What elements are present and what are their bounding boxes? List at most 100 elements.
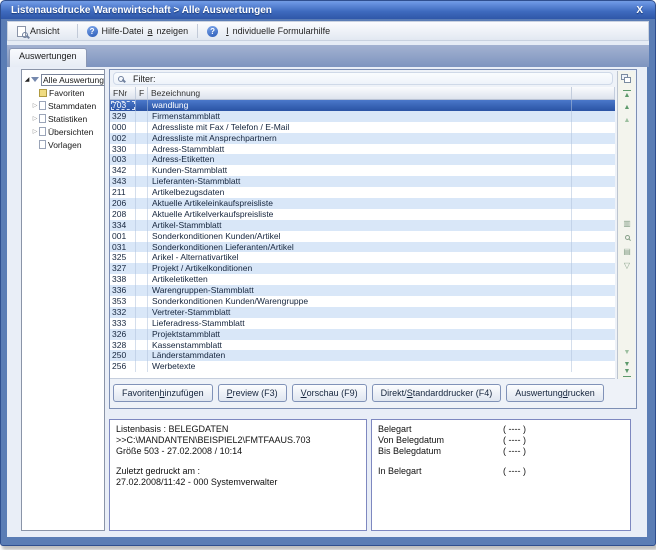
tree-item-vorlagen[interactable]: Vorlagen — [23, 138, 103, 151]
toolbar-button-ansicht[interactable]: Ansicht — [11, 24, 74, 39]
beleg-parameter-panel: Belegart( ---- )Von Belegdatum( ---- )Bi… — [371, 419, 631, 531]
help-icon: ? — [87, 26, 98, 37]
app-window: Listenausdrucke Warenwirtschaft > Alle A… — [0, 0, 656, 546]
row-f — [136, 209, 148, 220]
filter-icon[interactable]: ▽ — [618, 261, 636, 270]
table-row[interactable]: 003 Adress-Etiketten — [110, 154, 615, 165]
table-row[interactable]: 031Sonderkonditionen Lieferanten/Artikel — [110, 242, 615, 253]
tab-band: Auswertungen — [7, 45, 649, 67]
table-row[interactable]: 206Aktuelle Artikeleinkaufspreisliste — [110, 198, 615, 209]
button-preview-f3-[interactable]: Preview (F3) — [218, 384, 287, 402]
scroll-up-icon[interactable]: ▲ — [618, 104, 636, 111]
button-label-post: review (F3) — [233, 388, 278, 398]
row-bezeichnung: Sonderkonditionen Kunden/Warengruppe — [148, 296, 572, 307]
row-fnr: 250 — [110, 350, 136, 361]
column-header-bezeichnung[interactable]: Bezeichnung — [148, 87, 572, 99]
column-chooser-icon[interactable] — [618, 74, 636, 84]
tree-collapsed-icon[interactable]: ▷ — [31, 102, 39, 109]
page-down-icon[interactable]: ▼ — [618, 349, 636, 356]
preview-icon — [17, 26, 26, 37]
table-row[interactable]: 256Werbetexte — [110, 361, 615, 372]
column-header-extra[interactable] — [572, 87, 615, 99]
table-row[interactable]: 338Artikeletiketten — [110, 274, 615, 285]
grid-search-icon[interactable] — [618, 233, 636, 242]
table-row[interactable]: 703wandlung — [110, 100, 615, 111]
table-row[interactable]: 325Arikel - Alternativartikel — [110, 252, 615, 263]
table-row[interactable]: 328Kassenstammblatt — [110, 340, 615, 351]
row-f — [136, 122, 148, 133]
table-row[interactable]: 336Warengruppen-Stammblatt — [110, 285, 615, 296]
row-bezeichnung: Arikel - Alternativartikel — [148, 252, 572, 263]
table-row[interactable]: 000Adressliste mit Fax / Telefon / E-Mai… — [110, 122, 615, 133]
row-bezeichnung: Aktuelle Artikelverkaufspreisliste — [148, 209, 572, 220]
table-row[interactable]: 334Artikel-Stammblatt — [110, 220, 615, 231]
row-fnr: 336 — [110, 285, 136, 296]
filter-label: Filter: — [133, 74, 156, 84]
toolbar-button-hilfe-datei-anzeigen[interactable]: ?Hilfe-Datei anzeigen — [81, 24, 195, 39]
go-last-icon[interactable]: ▼ — [618, 368, 636, 375]
columns-icon[interactable]: ▥ — [618, 219, 636, 228]
button-vorschau-f9-[interactable]: Vorschau (F9) — [292, 384, 367, 402]
row-fnr: 326 — [110, 329, 136, 340]
button-label-post: inzufügen — [165, 388, 204, 398]
table-row[interactable]: 208Aktuelle Artikelverkaufspreisliste — [110, 209, 615, 220]
table-row[interactable]: 332Vertreter-Stammblatt — [110, 307, 615, 318]
go-first-icon[interactable]: ▲ — [618, 92, 636, 99]
button-direkt-standarddrucker-f4-[interactable]: Direkt/Standarddrucker (F4) — [372, 384, 502, 402]
tree-collapsed-icon[interactable]: ▷ — [31, 115, 39, 122]
button-label-pre: Auswertung — [515, 388, 563, 398]
row-bezeichnung: Projekt / Artikelkonditionen — [148, 263, 572, 274]
close-icon[interactable]: X — [634, 5, 645, 16]
title-bar: Listenausdrucke Warenwirtschaft > Alle A… — [1, 1, 655, 19]
button-auswertung-drucken[interactable]: Auswertung drucken — [506, 384, 604, 402]
info-line: Listenbasis : BELEGDATEN — [116, 424, 360, 435]
table-row[interactable]: 353 Sonderkonditionen Kunden/Warengruppe — [110, 296, 615, 307]
table-row[interactable]: 326Projektstammblatt — [110, 329, 615, 340]
tree-item-statistiken[interactable]: ▷Statistiken — [23, 112, 103, 125]
info-line: Zuletzt gedruckt am : — [116, 466, 360, 477]
row-bezeichnung: Kassenstammblatt — [148, 340, 572, 351]
tree-item-übersichten[interactable]: ▷Übersichten — [23, 125, 103, 138]
tree-item-favoriten[interactable]: Favoriten — [23, 86, 103, 99]
row-fnr: 003 — [110, 154, 136, 165]
filter-tree-icon — [31, 77, 39, 82]
row-f — [136, 176, 148, 187]
table-row[interactable]: 342Kunden-Stammblatt — [110, 165, 615, 176]
table-row[interactable]: 343Lieferanten-Stammblatt — [110, 176, 615, 187]
tree-collapsed-icon[interactable]: ▷ — [31, 128, 39, 135]
table-row[interactable]: 250Länderstammdaten — [110, 350, 615, 361]
table-row[interactable]: 327Projekt / Artikelkonditionen — [110, 263, 615, 274]
scroll-down-icon[interactable]: ▼ — [618, 361, 636, 368]
button-label-post: tandarddrucker (F4) — [413, 388, 493, 398]
tree-expanded-icon[interactable]: ◢ — [23, 76, 31, 83]
row-bezeichnung: Sonderkonditionen Lieferanten/Artikel — [148, 242, 572, 253]
page-up-icon[interactable]: ▲ — [618, 117, 636, 124]
toolbar-button-individuelle-formularhilfe[interactable]: ?Individuelle Formularhilfe — [201, 24, 336, 39]
row-bezeichnung: Adress-Etiketten — [148, 154, 572, 165]
table-row[interactable]: 333Lieferadress-Stammblatt — [110, 318, 615, 329]
column-header-f[interactable]: F — [136, 87, 148, 99]
filter-input[interactable] — [113, 72, 613, 85]
button-label-pre: Direkt/ — [381, 388, 407, 398]
table-row[interactable]: 211Artikelbezugsdaten — [110, 187, 615, 198]
parameter-value: ( ---- ) — [503, 466, 526, 477]
table-row[interactable]: 330Adress-Stammblatt — [110, 144, 615, 155]
row-bezeichnung: Artikel-Stammblatt — [148, 220, 572, 231]
document-icon — [39, 101, 46, 110]
column-header-fnr[interactable]: FNr — [110, 87, 136, 99]
row-fnr: 353 — [110, 296, 136, 307]
button-label-key: a — [148, 26, 153, 36]
tree-item-stammdaten[interactable]: ▷Stammdaten — [23, 99, 103, 112]
bookmark-icon[interactable]: ▤ — [618, 247, 636, 256]
parameter-value: ( ---- ) — [503, 435, 526, 446]
table-row[interactable]: 002Adressliste mit Ansprechpartnern — [110, 133, 615, 144]
tree-item-root[interactable]: ◢Alle Auswertungen — [23, 73, 103, 86]
button-favoriten-hinzufügen[interactable]: Favoriten hinzufügen — [113, 384, 213, 402]
action-button-row: Favoriten hinzufügen Preview (F3) Vorschau… — [113, 384, 604, 404]
table-row[interactable]: 329Firmenstammblatt — [110, 111, 615, 122]
table-row[interactable]: 001Sonderkonditionen Kunden/Artikel — [110, 231, 615, 242]
row-f — [136, 285, 148, 296]
preview-magnifier-icon — [22, 32, 28, 38]
parameter-value: ( ---- ) — [503, 424, 526, 435]
tab-auswertungen[interactable]: Auswertungen — [9, 48, 87, 67]
